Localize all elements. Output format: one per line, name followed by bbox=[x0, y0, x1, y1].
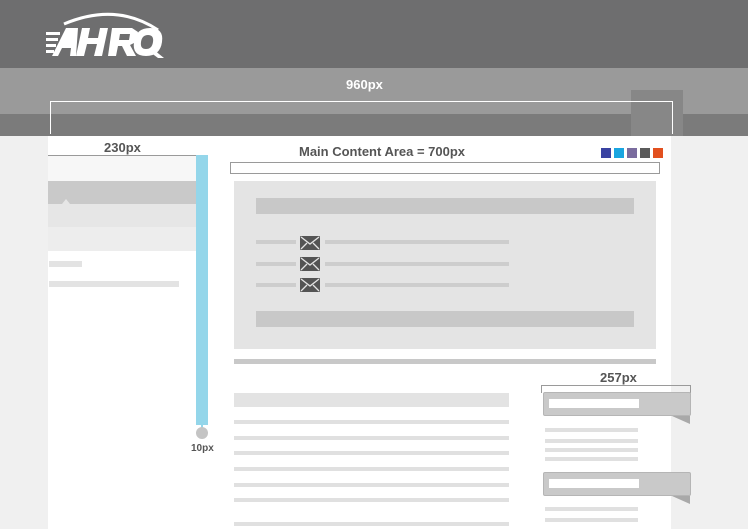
page-width-label: 960px bbox=[346, 77, 383, 92]
aside-text-line bbox=[545, 439, 638, 443]
sidebar-item-active[interactable] bbox=[48, 181, 196, 204]
envelope-icon[interactable] bbox=[300, 278, 320, 292]
aside-callout[interactable] bbox=[543, 472, 691, 496]
panel-footer-bar bbox=[256, 311, 634, 327]
color-swatch bbox=[653, 148, 663, 158]
article-text-line bbox=[234, 451, 509, 455]
contact-line-right bbox=[325, 262, 509, 266]
color-swatch bbox=[640, 148, 650, 158]
aside-text-line bbox=[545, 448, 638, 452]
gutter-indicator-dot bbox=[196, 427, 208, 439]
sidebar-subitem-first[interactable] bbox=[48, 204, 196, 227]
sidebar-subitem-second[interactable] bbox=[48, 227, 196, 251]
aside-text-line bbox=[545, 518, 638, 522]
sidebar-width-label: 230px bbox=[104, 140, 141, 155]
sidebar-gutter-column bbox=[196, 155, 208, 425]
sidebar-item-first[interactable] bbox=[48, 156, 196, 181]
contact-line-left bbox=[256, 283, 296, 287]
envelope-icon[interactable] bbox=[300, 257, 320, 271]
aside-text-line bbox=[545, 507, 638, 511]
aside-width-label: 257px bbox=[600, 370, 637, 385]
main-content-bracket bbox=[230, 162, 660, 174]
article-text-line bbox=[234, 436, 509, 440]
callout-tail bbox=[672, 416, 690, 424]
gutter-width-label: 10px bbox=[191, 443, 214, 454]
callout-title-placeholder bbox=[549, 479, 639, 488]
panel-heading-bar bbox=[256, 198, 634, 214]
article-text-line bbox=[234, 467, 509, 471]
article-text-line bbox=[234, 483, 509, 487]
section-divider bbox=[234, 359, 656, 364]
ahrq-logo bbox=[46, 10, 176, 62]
sidebar-text-placeholder bbox=[49, 261, 82, 267]
contact-line-right bbox=[325, 283, 509, 287]
main-content-bracket-top bbox=[230, 162, 660, 163]
envelope-icon[interactable] bbox=[300, 236, 320, 250]
callout-tail bbox=[672, 496, 690, 504]
contact-line-left bbox=[256, 262, 296, 266]
aside-text-line bbox=[545, 457, 638, 461]
article-text-line bbox=[234, 522, 509, 526]
contact-line-right bbox=[325, 240, 509, 244]
color-swatch bbox=[627, 148, 637, 158]
article-text-line bbox=[234, 498, 509, 502]
color-swatch bbox=[614, 148, 624, 158]
aside-callout[interactable] bbox=[543, 392, 691, 416]
page-width-bracket bbox=[50, 101, 673, 134]
article-heading-bar bbox=[234, 393, 509, 407]
color-swatch bbox=[601, 148, 611, 158]
sidebar-text-placeholder bbox=[49, 281, 179, 287]
article-text-line bbox=[234, 420, 509, 424]
main-content-width-label: Main Content Area = 700px bbox=[299, 144, 466, 159]
contact-line-left bbox=[256, 240, 296, 244]
callout-title-placeholder bbox=[549, 399, 639, 408]
aside-text-line bbox=[545, 428, 638, 432]
